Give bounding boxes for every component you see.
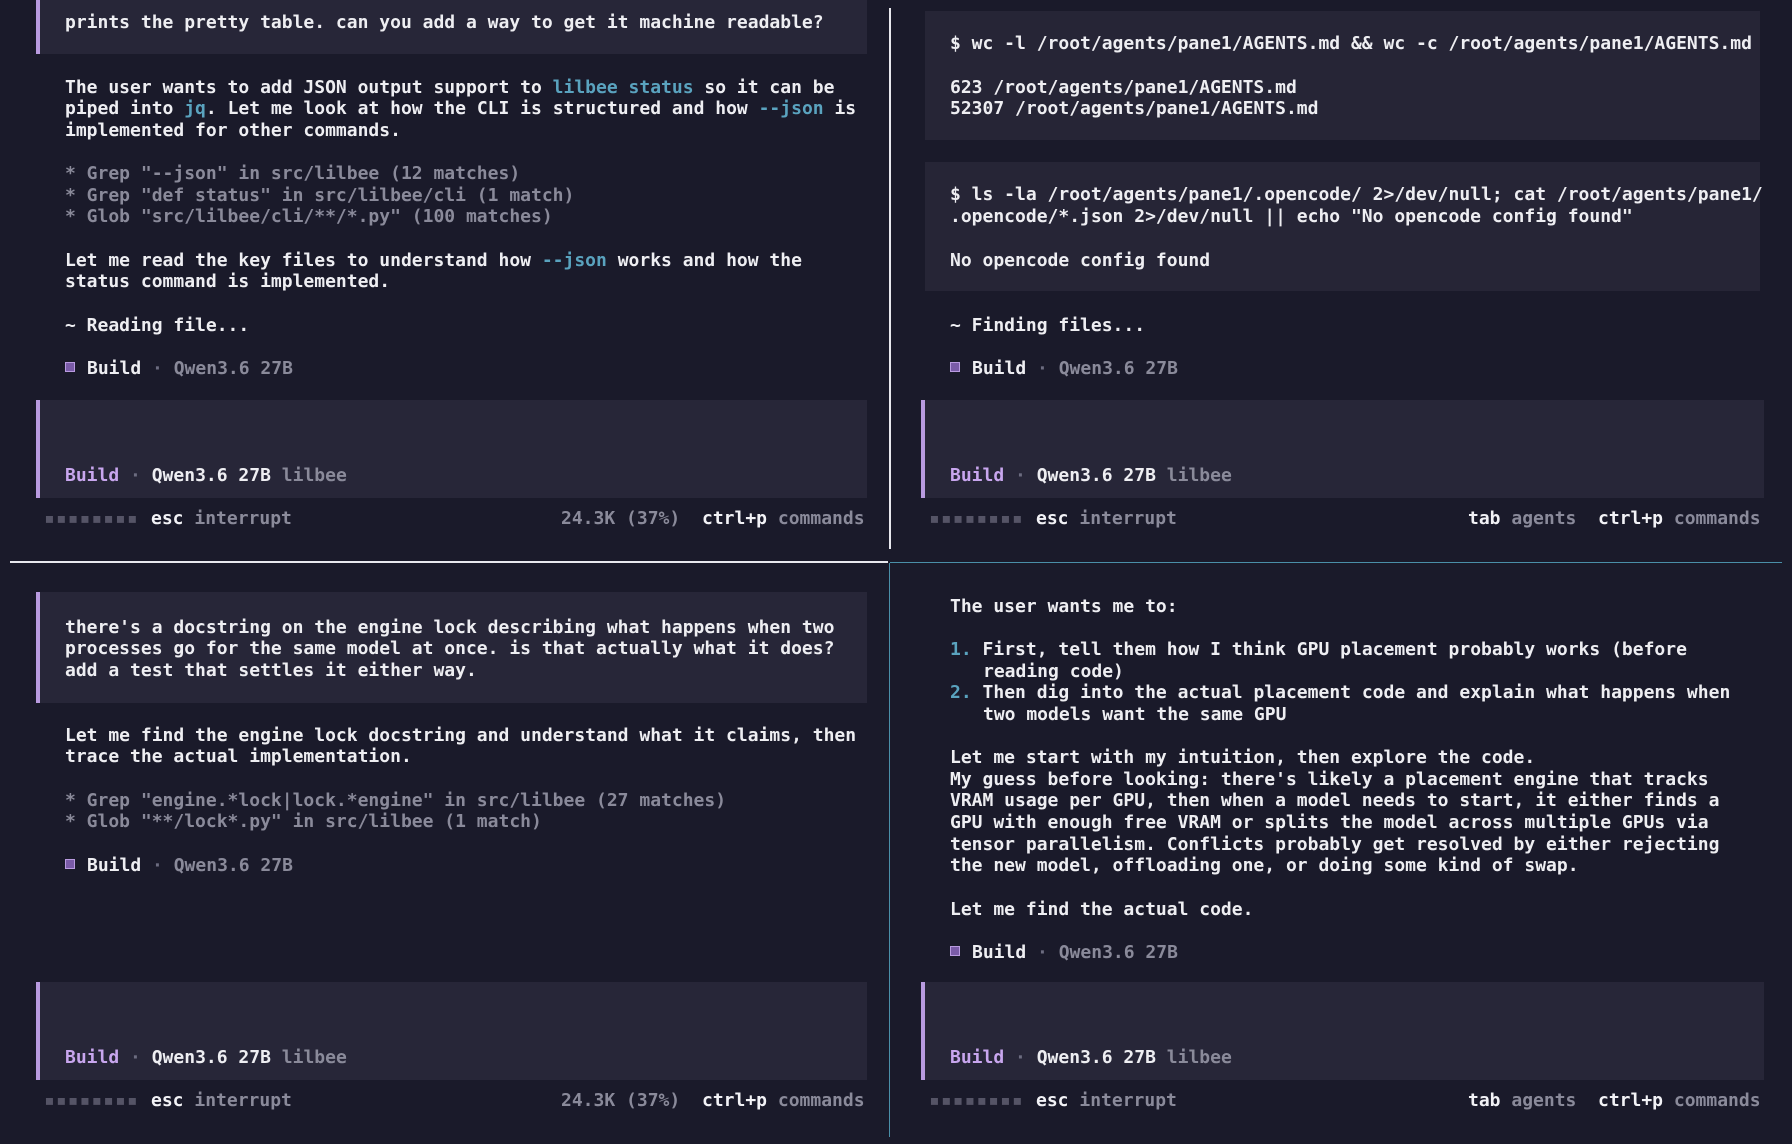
inline-code: --json: [541, 250, 607, 271]
build-square-icon: [950, 946, 960, 956]
footer-agents[interactable]: tab agents: [1468, 1090, 1576, 1112]
list-item-continuation: two models want the same GPU: [983, 704, 1287, 725]
assistant-paragraph-line: VRAM usage per GPU, then when a model ne…: [950, 790, 1720, 811]
progress-finding: ~ Finding files...: [950, 315, 1146, 336]
user-message-text: prints the pretty table. can you add a w…: [65, 12, 824, 33]
command-output-block: [925, 11, 1760, 140]
user-message-text: add a test that settles it either way.: [65, 660, 477, 681]
pane-divider-horizontal[interactable]: [10, 561, 888, 563]
assistant-paragraph-line: implemented for other commands.: [65, 120, 401, 141]
tool-call-grep: * Grep "def status" in src/lilbee/cli (1…: [65, 185, 575, 206]
list-item-continuation: reading code): [983, 661, 1124, 682]
token-usage: 24.3K (37%): [561, 1090, 681, 1111]
list-item: 1. First, tell them how I think GPU plac…: [950, 639, 1687, 660]
pane-bottom-right[interactable]: The user wants me to: 1. First, tell the…: [892, 564, 1792, 1144]
assistant-paragraph-line: Let me find the engine lock docstring an…: [65, 725, 857, 746]
spinner-dots: ▪▪▪▪▪▪▪▪: [44, 508, 139, 529]
status-line: Build · Qwen3.6 27B: [65, 855, 293, 877]
prompt-input-meta: Build · Qwen3.6 27B lilbee: [65, 1047, 347, 1068]
assistant-paragraph-line: The user wants me to:: [950, 596, 1178, 617]
footer-commands[interactable]: ctrl+p commands: [702, 1090, 865, 1112]
command-output-line: No opencode config found: [950, 250, 1211, 271]
build-square-icon: [65, 859, 75, 869]
footer-interrupt[interactable]: esc interrupt: [1036, 1090, 1177, 1112]
pane-bottom-left[interactable]: there's a docstring on the engine lock d…: [0, 564, 890, 1144]
footer-commands[interactable]: ctrl+p commands: [1598, 508, 1761, 530]
user-message-text: there's a docstring on the engine lock d…: [65, 617, 835, 638]
assistant-paragraph-line: tensor parallelism. Conflicts probably g…: [950, 834, 1720, 855]
assistant-paragraph-line: GPU with enough free VRAM or splits the …: [950, 812, 1709, 833]
build-square-icon: [950, 362, 960, 372]
pane-divider-vertical[interactable]: [889, 8, 891, 549]
tool-call-glob: * Glob "**/lock*.py" in src/lilbee (1 ma…: [65, 811, 542, 832]
command-line: .opencode/*.json 2>/dev/null || echo "No…: [950, 206, 1633, 227]
assistant-paragraph: The user wants to add JSON output suppor…: [65, 77, 835, 98]
command-line: $ ls -la /root/agents/pane1/.opencode/ 2…: [950, 184, 1763, 205]
pane-divider-vertical-active[interactable]: [889, 563, 890, 1137]
assistant-paragraph-line: status command is implemented.: [65, 271, 391, 292]
tool-call-grep: * Grep "--json" in src/lilbee (12 matche…: [65, 163, 521, 184]
assistant-paragraph-line: Let me find the actual code.: [950, 899, 1254, 920]
inline-code: lilbee status: [552, 77, 694, 98]
footer-commands[interactable]: ctrl+p commands: [1598, 1090, 1761, 1112]
spinner-dots: ▪▪▪▪▪▪▪▪: [929, 508, 1024, 529]
tool-call-glob: * Glob "src/lilbee/cli/**/*.py" (100 mat…: [65, 206, 553, 227]
status-line: Build · Qwen3.6 27B: [950, 942, 1178, 964]
inline-code: jq: [184, 98, 206, 119]
user-message-text: processes go for the same model at once.…: [65, 638, 835, 659]
footer-agents[interactable]: tab agents: [1468, 508, 1576, 530]
assistant-paragraph-line: the new model, offloading one, or doing …: [950, 855, 1579, 876]
build-square-icon: [65, 362, 75, 372]
spinner-dots: ▪▪▪▪▪▪▪▪: [44, 1090, 139, 1111]
footer-commands[interactable]: ctrl+p commands: [702, 508, 865, 530]
prompt-input-meta: Build · Qwen3.6 27B lilbee: [65, 465, 347, 486]
pane-top-right[interactable]: $ wc -l /root/agents/pane1/AGENTS.md && …: [892, 0, 1792, 561]
footer-interrupt[interactable]: esc interrupt: [151, 508, 292, 530]
command-output-line: 52307 /root/agents/pane1/AGENTS.md: [950, 98, 1319, 119]
token-usage: 24.3K (37%): [561, 508, 681, 529]
assistant-paragraph-line: trace the actual implementation.: [65, 746, 412, 767]
footer-interrupt[interactable]: esc interrupt: [1036, 508, 1177, 530]
status-line: Build · Qwen3.6 27B: [65, 358, 293, 380]
status-line: Build · Qwen3.6 27B: [950, 358, 1178, 380]
terminal-screen: prints the pretty table. can you add a w…: [0, 0, 1792, 1144]
tool-call-grep: * Grep "engine.*lock|lock.*engine" in sr…: [65, 790, 727, 811]
list-item: 2. Then dig into the actual placement co…: [950, 682, 1731, 703]
progress-reading: ~ Reading file...: [65, 315, 250, 336]
prompt-input-meta: Build · Qwen3.6 27B lilbee: [950, 465, 1232, 486]
assistant-paragraph-line: My guess before looking: there's likely …: [950, 769, 1709, 790]
prompt-input-meta: Build · Qwen3.6 27B lilbee: [950, 1047, 1232, 1068]
command-output-line: 623 /root/agents/pane1/AGENTS.md: [950, 77, 1297, 98]
assistant-paragraph: Let me read the key files to understand …: [65, 250, 802, 271]
assistant-paragraph-line: piped into jq. Let me look at how the CL…: [65, 98, 857, 119]
assistant-paragraph-line: Let me start with my intuition, then exp…: [950, 747, 1536, 768]
pane-divider-horizontal-active[interactable]: [890, 562, 1782, 563]
pane-top-left[interactable]: prints the pretty table. can you add a w…: [0, 0, 890, 561]
inline-code: --json: [758, 98, 824, 119]
footer-interrupt[interactable]: esc interrupt: [151, 1090, 292, 1112]
spinner-dots: ▪▪▪▪▪▪▪▪: [929, 1090, 1024, 1111]
command-line: $ wc -l /root/agents/pane1/AGENTS.md && …: [950, 33, 1752, 54]
